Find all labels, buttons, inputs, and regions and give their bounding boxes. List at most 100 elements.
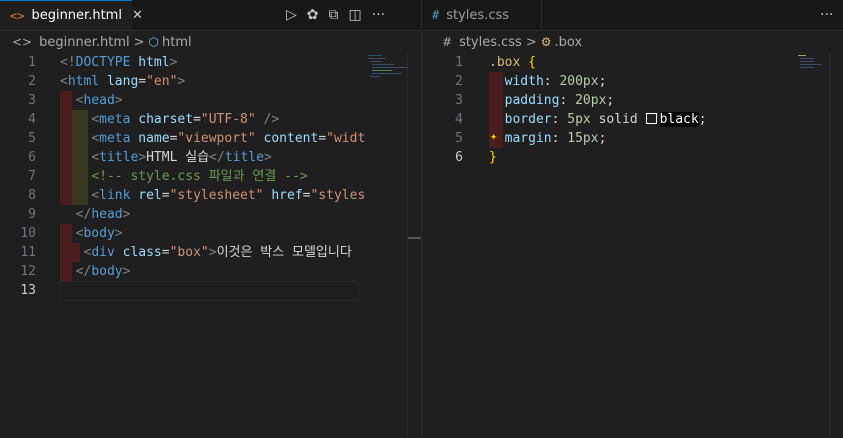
code-line[interactable]: 9 </head> bbox=[0, 205, 421, 224]
chevron-right-icon: > bbox=[525, 34, 537, 50]
code-line[interactable]: 2 width: 200px; bbox=[422, 72, 843, 91]
code-token: 20px bbox=[575, 93, 607, 108]
code-line[interactable]: 3 padding: 20px; bbox=[422, 91, 843, 110]
code-line[interactable]: 4 border: 5px solid black; bbox=[422, 110, 843, 129]
code-token: content bbox=[263, 131, 319, 146]
line-number: 13 bbox=[20, 283, 36, 298]
breadcrumb-symbol[interactable]: .box bbox=[555, 35, 583, 50]
code-line[interactable]: 7 <!-- style.css 파일과 연결 --> bbox=[0, 167, 421, 186]
chevron-right-icon: > bbox=[133, 34, 145, 50]
code-line[interactable]: 6 <title>HTML 실습</title> bbox=[0, 148, 421, 167]
code-text: <link rel="stylesheet" href="styles bbox=[60, 186, 365, 205]
vertical-scrollbar[interactable] bbox=[407, 53, 421, 438]
line-number: 4 bbox=[455, 112, 463, 127]
code-line[interactable]: 6} bbox=[422, 148, 843, 167]
code-token: black bbox=[659, 112, 699, 127]
code-token: border bbox=[504, 112, 552, 127]
more-actions-icon[interactable]: ··· bbox=[820, 7, 833, 23]
run-icon[interactable]: ▷ bbox=[286, 7, 297, 23]
scrollbar-marker bbox=[408, 237, 421, 239]
code-token: : bbox=[559, 93, 576, 108]
code-text: .box { bbox=[489, 53, 536, 72]
code-line[interactable]: 8 <link rel="stylesheet" href="styles bbox=[0, 186, 421, 205]
line-number: 6 bbox=[455, 150, 463, 165]
tab-label: beginner.html bbox=[31, 8, 122, 23]
code-line[interactable]: 2 <html lang="en"> bbox=[0, 72, 421, 91]
tab-styles-css[interactable]: # styles.css bbox=[422, 0, 542, 30]
line-number: 2 bbox=[28, 74, 36, 89]
code-token: body bbox=[91, 264, 123, 279]
breadcrumb-file[interactable]: styles.css bbox=[459, 35, 522, 50]
right-tab-bar: # styles.css ··· bbox=[422, 0, 843, 31]
code-line[interactable]: 1 .box { bbox=[422, 53, 843, 72]
line-number: 9 bbox=[28, 207, 36, 222]
breadcrumb-symbol[interactable]: html bbox=[162, 35, 192, 50]
breadcrumb-file[interactable]: beginner.html bbox=[39, 35, 130, 50]
code-token: "viewport" bbox=[177, 131, 256, 146]
code-text: </head> bbox=[60, 205, 131, 224]
code-editor[interactable]: ✦ 1 .box {2 width: 200px; 3 padding: 20px;… bbox=[422, 53, 843, 438]
code-token: < bbox=[60, 74, 68, 89]
code-token: "styles bbox=[310, 188, 366, 203]
line-number: 3 bbox=[28, 93, 36, 108]
code-token: title bbox=[224, 150, 264, 165]
code-editor[interactable]: 1 <!DOCTYPE html> 2 <html lang="en"> 3 <head… bbox=[0, 53, 421, 438]
tab-beginner-html[interactable]: <> beginner.html ✕ bbox=[0, 0, 143, 30]
code-token: : bbox=[543, 74, 560, 89]
code-token: : bbox=[551, 131, 568, 146]
html-file-icon: <> bbox=[10, 8, 25, 23]
line-number: 2 bbox=[455, 74, 463, 89]
code-line[interactable]: 10 <body> bbox=[0, 224, 421, 243]
more-actions-icon[interactable]: ··· bbox=[372, 7, 385, 23]
code-token: link bbox=[99, 188, 131, 203]
close-icon[interactable]: ✕ bbox=[132, 8, 143, 23]
code-line[interactable]: 5 <meta name="viewport" content="widt bbox=[0, 129, 421, 148]
code-token: meta bbox=[99, 112, 131, 127]
code-token: <! bbox=[60, 55, 76, 70]
code-token: = bbox=[138, 74, 147, 89]
code-text: <body> bbox=[60, 224, 123, 243]
code-line[interactable]: 12 </body> bbox=[0, 262, 421, 281]
color-swatch-icon[interactable] bbox=[645, 113, 657, 124]
code-text: <div class="box">이것은 박스 모델입니다 bbox=[60, 243, 351, 262]
html-file-icon: <> bbox=[12, 35, 33, 49]
code-token: = bbox=[193, 112, 201, 127]
open-changes-icon[interactable]: ⧉ bbox=[329, 7, 339, 23]
code-token: > bbox=[208, 245, 217, 260]
code-token: ; bbox=[598, 74, 607, 89]
left-tab-bar: <> beginner.html ✕ ▷ ✿ ⧉ ◫ ··· bbox=[0, 0, 421, 31]
code-text: <title>HTML 실습</title> bbox=[60, 148, 272, 167]
code-token: > bbox=[138, 150, 147, 165]
code-token: margin bbox=[504, 131, 552, 146]
copilot-icon[interactable]: ✿ bbox=[307, 7, 319, 23]
code-line[interactable]: 4 <meta charset="UTF-8" /> bbox=[0, 110, 421, 129]
code-line[interactable]: 5 margin: 15px; bbox=[422, 129, 843, 148]
code-line[interactable]: 3 <head> bbox=[0, 91, 421, 110]
code-token: div bbox=[91, 245, 115, 260]
code-line[interactable]: 1 <!DOCTYPE html> bbox=[0, 53, 421, 72]
code-token: lang bbox=[106, 74, 139, 89]
vertical-scrollbar[interactable] bbox=[829, 53, 843, 438]
code-token: html bbox=[67, 74, 100, 89]
code-line[interactable]: 11 <div class="box">이것은 박스 모델입니다 bbox=[0, 243, 421, 262]
css-file-icon: # bbox=[442, 35, 453, 49]
code-text: <meta name="viewport" content="widt bbox=[60, 129, 365, 148]
code-token: head bbox=[91, 207, 123, 222]
code-token: DOCTYPE bbox=[75, 55, 131, 70]
code-token: > bbox=[263, 150, 272, 165]
breadcrumb: # styles.css > ⚙ .box bbox=[422, 31, 582, 53]
split-editor-icon[interactable]: ◫ bbox=[349, 7, 362, 23]
code-text: width: 200px; bbox=[489, 72, 607, 91]
code-token: class bbox=[122, 245, 162, 260]
line-number: 11 bbox=[20, 245, 36, 260]
code-line[interactable]: 13 bbox=[0, 281, 421, 300]
